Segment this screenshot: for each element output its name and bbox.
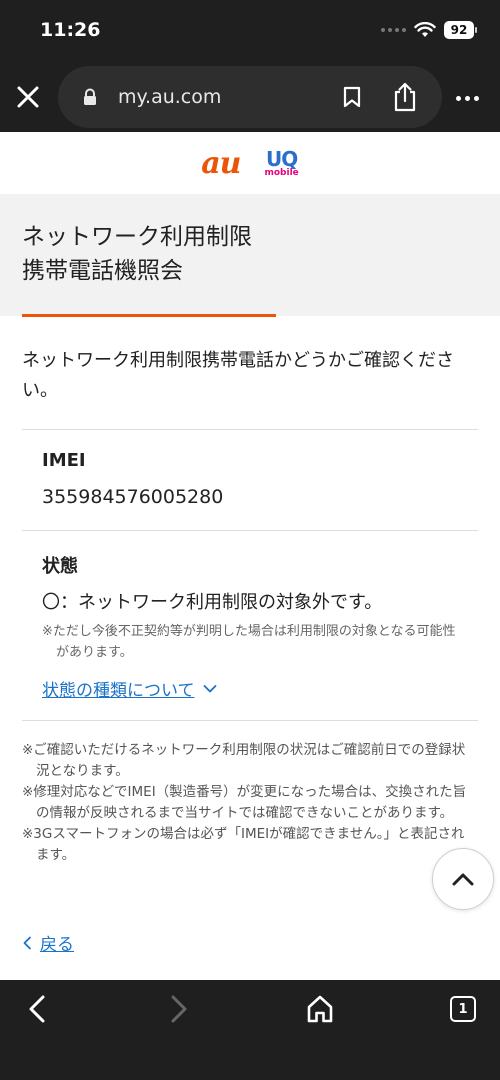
divider (22, 720, 478, 721)
brand-logos: au UQ mobile (0, 132, 500, 194)
title-accent-bar (22, 314, 276, 317)
status-types-link-label: 状態の種類について (42, 681, 195, 701)
status-value: 〇：ネットワーク利用制限の対象外です。 (42, 592, 383, 613)
imei-label: IMEI (42, 450, 86, 471)
chevron-left-icon (23, 936, 31, 949)
divider (22, 530, 478, 531)
url-text: my.au.com (118, 86, 222, 108)
status-types-link[interactable]: 状態の種類について (42, 676, 217, 701)
status-label: 状態 (42, 556, 78, 577)
signal-icon (381, 28, 406, 32)
note-item: ※修理対応などでIMEI（製造番号）が変更になった場合は、交換された旨の情報が反… (22, 784, 467, 821)
chevron-up-icon (452, 873, 474, 886)
intro-text: ネットワーク利用制限携帯電話かどうかご確認ください。 (22, 350, 454, 401)
status-indicators: 92 (381, 21, 477, 39)
status-time: 11:26 (40, 19, 101, 41)
uq-logo-subtext: mobile (264, 167, 299, 178)
back-arrow-icon[interactable] (26, 994, 48, 1024)
browser-bottom-bar: 1 (0, 980, 500, 1080)
page-title: ネットワーク利用制限 携帯電話機照会 (22, 220, 252, 288)
close-icon[interactable] (14, 83, 42, 111)
scroll-to-top-button[interactable] (432, 848, 494, 910)
forward-arrow-icon[interactable] (168, 994, 190, 1024)
status-note: ※ただし今後不正契約等が判明した場合は利用制限の対象となる可能性があります。 (42, 624, 456, 660)
lock-icon (84, 88, 96, 105)
page-title-line1: ネットワーク利用制限 (22, 224, 252, 250)
page-title-line2: 携帯電話機照会 (22, 258, 183, 284)
home-icon[interactable] (306, 994, 334, 1024)
uq-logo-text: UQ (266, 146, 298, 171)
back-link[interactable]: 戻る (22, 930, 74, 955)
note-item: ※ご確認いただけるネットワーク利用制限の状況はご確認前日での登録状況となります。 (22, 742, 466, 779)
chevron-down-icon (203, 684, 216, 692)
status-bar: 11:26 92 (0, 0, 500, 62)
note-item: ※3Gスマートフォンの場合は必ず「IMEIが確認できません。」と表記されます。 (22, 826, 465, 863)
wifi-icon (414, 22, 436, 37)
battery-indicator: 92 (444, 21, 477, 39)
notes-list: ※ご確認いただけるネットワーク利用制限の状況はご確認前日での登録状況となります。… (22, 740, 472, 866)
more-icon[interactable] (456, 88, 484, 108)
browser-toolbar: my.au.com (0, 62, 500, 132)
page-header: ネットワーク利用制限 携帯電話機照会 (0, 194, 500, 316)
share-icon[interactable] (392, 82, 418, 112)
back-link-label: 戻る (40, 935, 74, 955)
address-bar[interactable]: my.au.com (58, 66, 442, 128)
web-content: au UQ mobile ネットワーク利用制限 携帯電話機照会 ネットワーク利用… (0, 132, 500, 980)
au-logo: au (201, 145, 241, 181)
uq-mobile-logo: UQ mobile (264, 149, 298, 178)
tabs-button[interactable]: 1 (450, 996, 476, 1022)
divider (22, 429, 478, 430)
bookmark-icon[interactable] (342, 86, 362, 108)
imei-value: 355984576005280 (42, 486, 224, 508)
